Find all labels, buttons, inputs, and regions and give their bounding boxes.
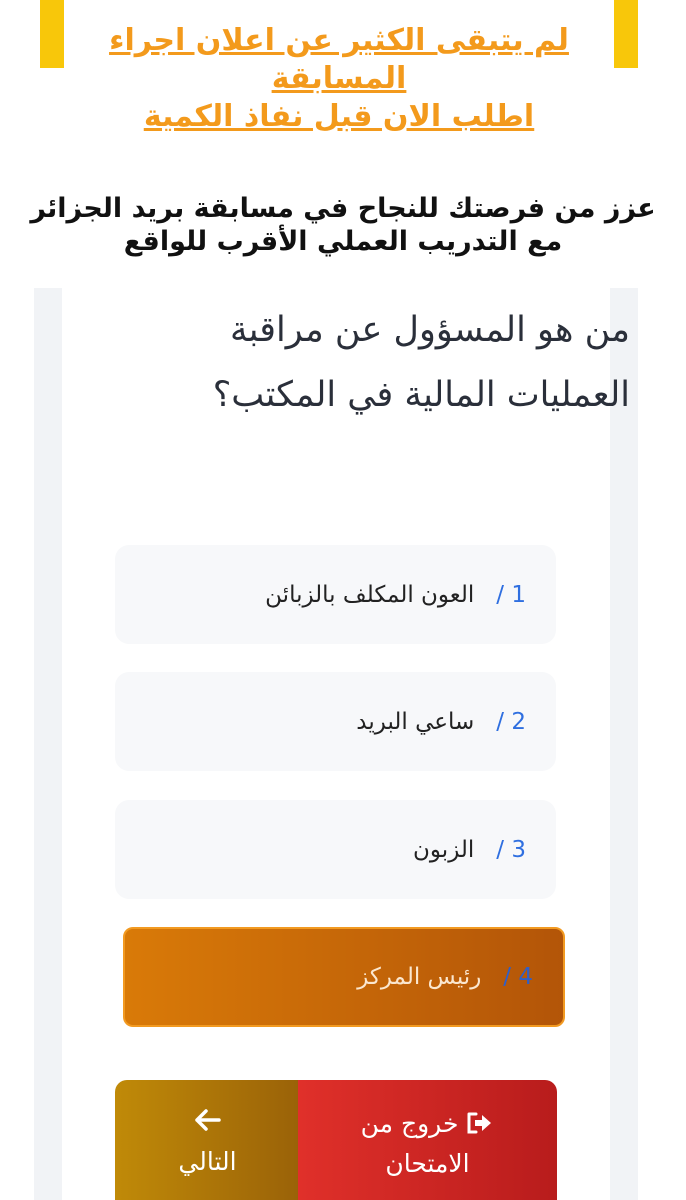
answer-option-1[interactable]: 1 / العون المكلف بالزبائن [115, 545, 556, 644]
next-button[interactable]: التالي [115, 1080, 300, 1200]
option-label: العون المكلف بالزبائن [265, 581, 475, 608]
option-label: الزبون [413, 836, 475, 863]
sign-out-icon [466, 1104, 494, 1144]
option-number: 1 / [496, 581, 526, 608]
promo-link-line2[interactable]: اطلب الان قبل نفاذ الكمية [144, 99, 534, 134]
question-text: من هو المسؤول عن مراقبة العمليات المالية… [212, 310, 630, 415]
option-label: رئيس المركز [357, 964, 482, 990]
next-button-label: التالي [178, 1147, 237, 1176]
promo-link-line1[interactable]: لم يتبقى الكثير عن اعلان اجراء المسابقة [109, 23, 569, 96]
option-number: 2 / [496, 708, 526, 735]
option-label: ساعي البريد [356, 708, 475, 735]
option-number: 3 / [496, 836, 526, 863]
page-subheading: عزز من فرصتك للنجاح في مسابقة بريد الجزا… [30, 193, 656, 257]
arrow-left-icon [115, 1102, 300, 1138]
option-number: 4 / [503, 964, 533, 990]
answer-option-2[interactable]: 2 / ساعي البريد [115, 672, 556, 771]
exit-exam-button[interactable]: خروج من الامتحان [298, 1080, 557, 1200]
answer-option-3[interactable]: 3 / الزبون [115, 800, 556, 899]
promo-text[interactable]: لم يتبقى الكثير عن اعلان اجراء المسابقة … [40, 22, 638, 136]
answer-option-4-selected[interactable]: 4 / رئيس المركز [123, 927, 565, 1027]
exit-exam-label: خروج من الامتحان [360, 1109, 470, 1178]
